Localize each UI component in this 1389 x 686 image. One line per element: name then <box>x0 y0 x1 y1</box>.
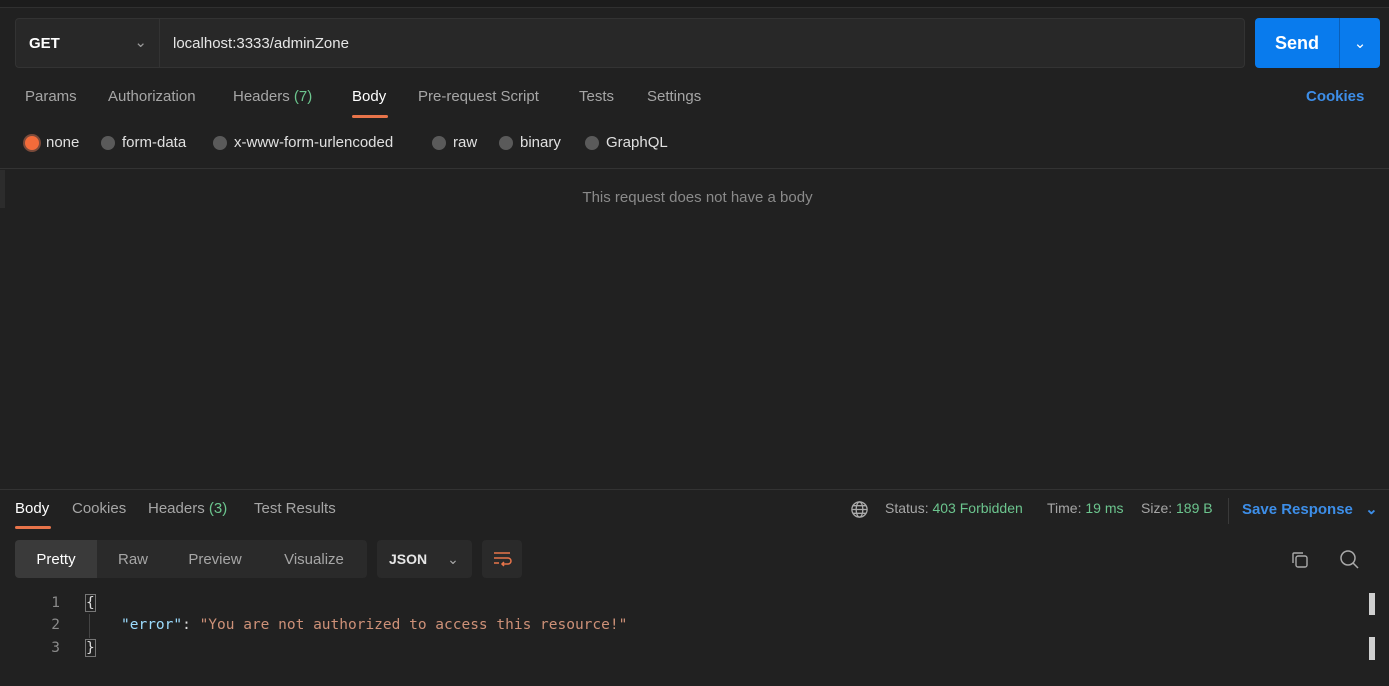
tab-pre-request-script[interactable]: Pre-request Script <box>418 88 539 105</box>
cookies-link[interactable]: Cookies <box>1306 88 1364 105</box>
json-line: "error": "You are not authorized to acce… <box>121 617 627 633</box>
radio-icon <box>213 135 227 150</box>
json-key: "error" <box>121 617 183 633</box>
tab-headers[interactable]: Headers (7) <box>233 88 312 105</box>
view-raw[interactable]: Raw <box>97 540 169 578</box>
tab-body[interactable]: Body <box>352 88 386 105</box>
line-number: 3 <box>51 640 60 656</box>
tab-label: Headers <box>233 88 290 105</box>
indent-guide <box>89 614 90 638</box>
response-tab-body[interactable]: Body <box>15 500 49 517</box>
radio-icon <box>101 135 115 150</box>
view-visualize[interactable]: Visualize <box>261 540 367 578</box>
radio-icon <box>585 135 599 150</box>
format-label: JSON <box>389 551 428 567</box>
search-icon[interactable] <box>1339 549 1360 574</box>
line-number: 2 <box>51 617 60 633</box>
response-time: Time: 19 ms <box>1047 500 1124 516</box>
active-tab-indicator <box>352 115 388 118</box>
top-bar <box>0 0 1389 8</box>
save-response-label: Save Response <box>1242 501 1353 518</box>
response-size: Size: 189 B <box>1141 500 1213 516</box>
format-select[interactable]: JSON ⌄ <box>377 540 472 578</box>
response-tab-cookies[interactable]: Cookies <box>72 500 126 517</box>
radio-icon <box>499 135 513 150</box>
radio-label: x-www-form-urlencoded <box>234 134 394 151</box>
radio-label: form-data <box>122 134 187 151</box>
url-input[interactable]: localhost:3333/adminZone <box>159 18 1245 68</box>
radio-binary[interactable]: binary <box>499 134 561 151</box>
json-colon: : <box>182 617 200 633</box>
chevron-down-icon: ⌄ <box>134 34 147 51</box>
active-tab-indicator <box>15 526 51 529</box>
radio-label: none <box>46 134 80 151</box>
tab-tests[interactable]: Tests <box>579 88 614 105</box>
size-value: 189 B <box>1176 500 1213 516</box>
tab-params[interactable]: Params <box>25 88 77 105</box>
radio-none[interactable]: none <box>25 134 79 151</box>
tab-settings[interactable]: Settings <box>647 88 701 105</box>
headers-count: (7) <box>293 88 313 105</box>
method-label: GET <box>29 34 60 52</box>
globe-icon[interactable] <box>850 500 869 523</box>
response-tab-headers[interactable]: Headers (3) <box>148 500 227 517</box>
wrap-lines-button[interactable] <box>482 540 522 578</box>
json-close-brace: } <box>85 639 96 657</box>
json-value: "You are not authorized to access this r… <box>199 617 628 633</box>
line-number: 1 <box>51 595 60 611</box>
json-open-brace: { <box>85 594 96 612</box>
chevron-down-icon: ⌄ <box>1365 501 1378 518</box>
radio-icon <box>432 135 446 150</box>
time-value: 19 ms <box>1085 500 1124 516</box>
tab-label: Headers <box>148 500 205 517</box>
radio-selected-icon <box>25 135 39 150</box>
view-preview[interactable]: Preview <box>169 540 261 578</box>
view-mode-selector: Pretty Raw Preview Visualize <box>15 540 367 578</box>
divider <box>0 168 1389 169</box>
radio-raw[interactable]: raw <box>432 134 477 151</box>
tab-authorization[interactable]: Authorization <box>108 88 196 105</box>
send-button[interactable]: Send <box>1255 18 1339 68</box>
save-response-button[interactable]: Save Response ⌄ <box>1242 500 1378 518</box>
headers-count: (3) <box>208 500 228 517</box>
response-tab-test-results[interactable]: Test Results <box>254 500 336 517</box>
radio-label: GraphQL <box>606 134 668 151</box>
send-options-button[interactable]: ⌄ <box>1339 18 1380 68</box>
time-label: Time: <box>1047 500 1082 516</box>
copy-icon[interactable] <box>1290 550 1310 574</box>
scrollbar-horizontal-thumb[interactable] <box>1369 593 1375 615</box>
divider <box>1228 498 1229 524</box>
scrollbar-thumb[interactable] <box>1369 637 1375 660</box>
chevron-down-icon: ⌄ <box>447 550 459 567</box>
wrap-icon <box>494 552 512 567</box>
chevron-down-icon: ⌄ <box>1353 35 1367 52</box>
empty-body-message: This request does not have a body <box>582 189 813 206</box>
view-pretty[interactable]: Pretty <box>15 540 97 578</box>
radio-label: binary <box>520 134 561 151</box>
pane-resize-handle[interactable] <box>0 489 1389 490</box>
method-select[interactable]: GET ⌄ <box>15 18 160 68</box>
radio-label: raw <box>453 134 478 151</box>
size-label: Size: <box>1141 500 1173 516</box>
radio-x-www-form-urlencoded[interactable]: x-www-form-urlencoded <box>213 134 393 151</box>
status-label: Status: <box>885 500 929 516</box>
response-status: Status: 403 Forbidden <box>885 500 1023 516</box>
radio-form-data[interactable]: form-data <box>101 134 186 151</box>
status-value: 403 Forbidden <box>932 500 1023 516</box>
radio-graphql[interactable]: GraphQL <box>585 134 668 151</box>
